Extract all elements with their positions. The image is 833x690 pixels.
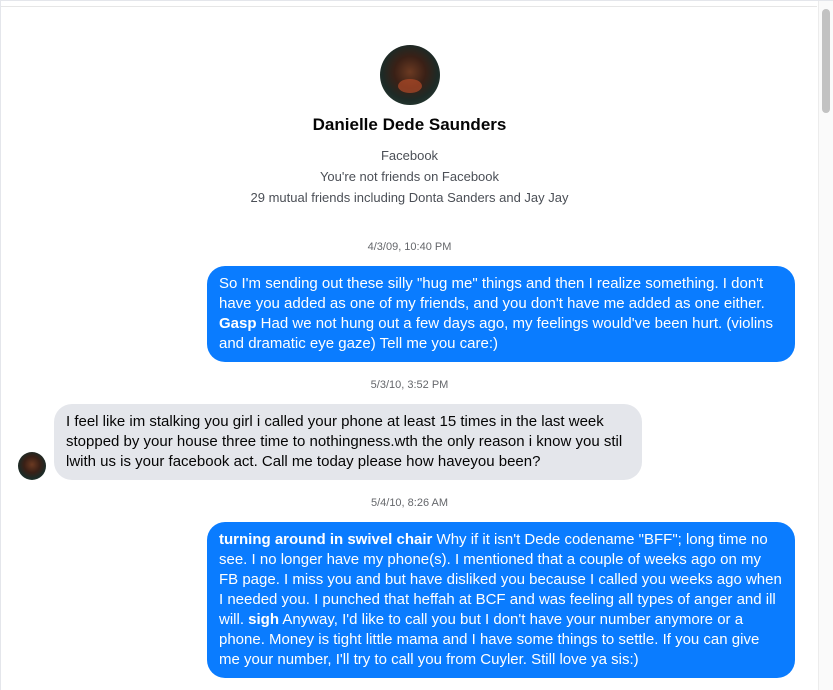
message-text-emphasis: Gasp xyxy=(219,315,257,332)
message-text: I feel like im stalking you girl i calle… xyxy=(66,413,623,470)
profile-platform: Facebook xyxy=(380,148,439,163)
profile-friend-status: You're not friends on Facebook xyxy=(319,169,500,184)
scrollbar-thumb[interactable] xyxy=(822,9,830,113)
message-timestamp: 5/4/10, 8:26 AM xyxy=(370,497,449,509)
header-divider xyxy=(1,6,817,7)
profile-name[interactable]: Danielle Dede Saunders xyxy=(1,115,818,135)
profile-mutual-friends: 29 mutual friends including Donta Sander… xyxy=(250,190,569,205)
message-text: Had we not hung out a few days ago, my f… xyxy=(219,315,774,352)
incoming-message-bubble[interactable]: I feel like im stalking you girl i calle… xyxy=(54,404,642,480)
messenger-window: Danielle Dede Saunders Facebook You're n… xyxy=(0,0,833,690)
profile-avatar[interactable] xyxy=(379,45,440,105)
sender-avatar[interactable] xyxy=(18,452,46,480)
message-timestamp: 4/3/09, 10:40 PM xyxy=(367,241,452,253)
message-text: So I'm sending out these silly "hug me" … xyxy=(219,275,765,312)
scrollbar[interactable] xyxy=(818,1,833,690)
message-text-emphasis: turning around in swivel chair xyxy=(219,531,433,548)
message-timestamp: 5/3/10, 3:52 PM xyxy=(370,379,449,391)
outgoing-message-bubble[interactable]: turning around in swivel chair Why if it… xyxy=(207,522,795,678)
profile-header: Danielle Dede Saunders Facebook You're n… xyxy=(1,45,818,208)
outgoing-message-bubble[interactable]: So I'm sending out these silly "hug me" … xyxy=(207,266,795,362)
message-text-emphasis: sigh xyxy=(248,611,280,628)
message-text: Anyway, I'd like to call you but I don't… xyxy=(219,611,760,668)
